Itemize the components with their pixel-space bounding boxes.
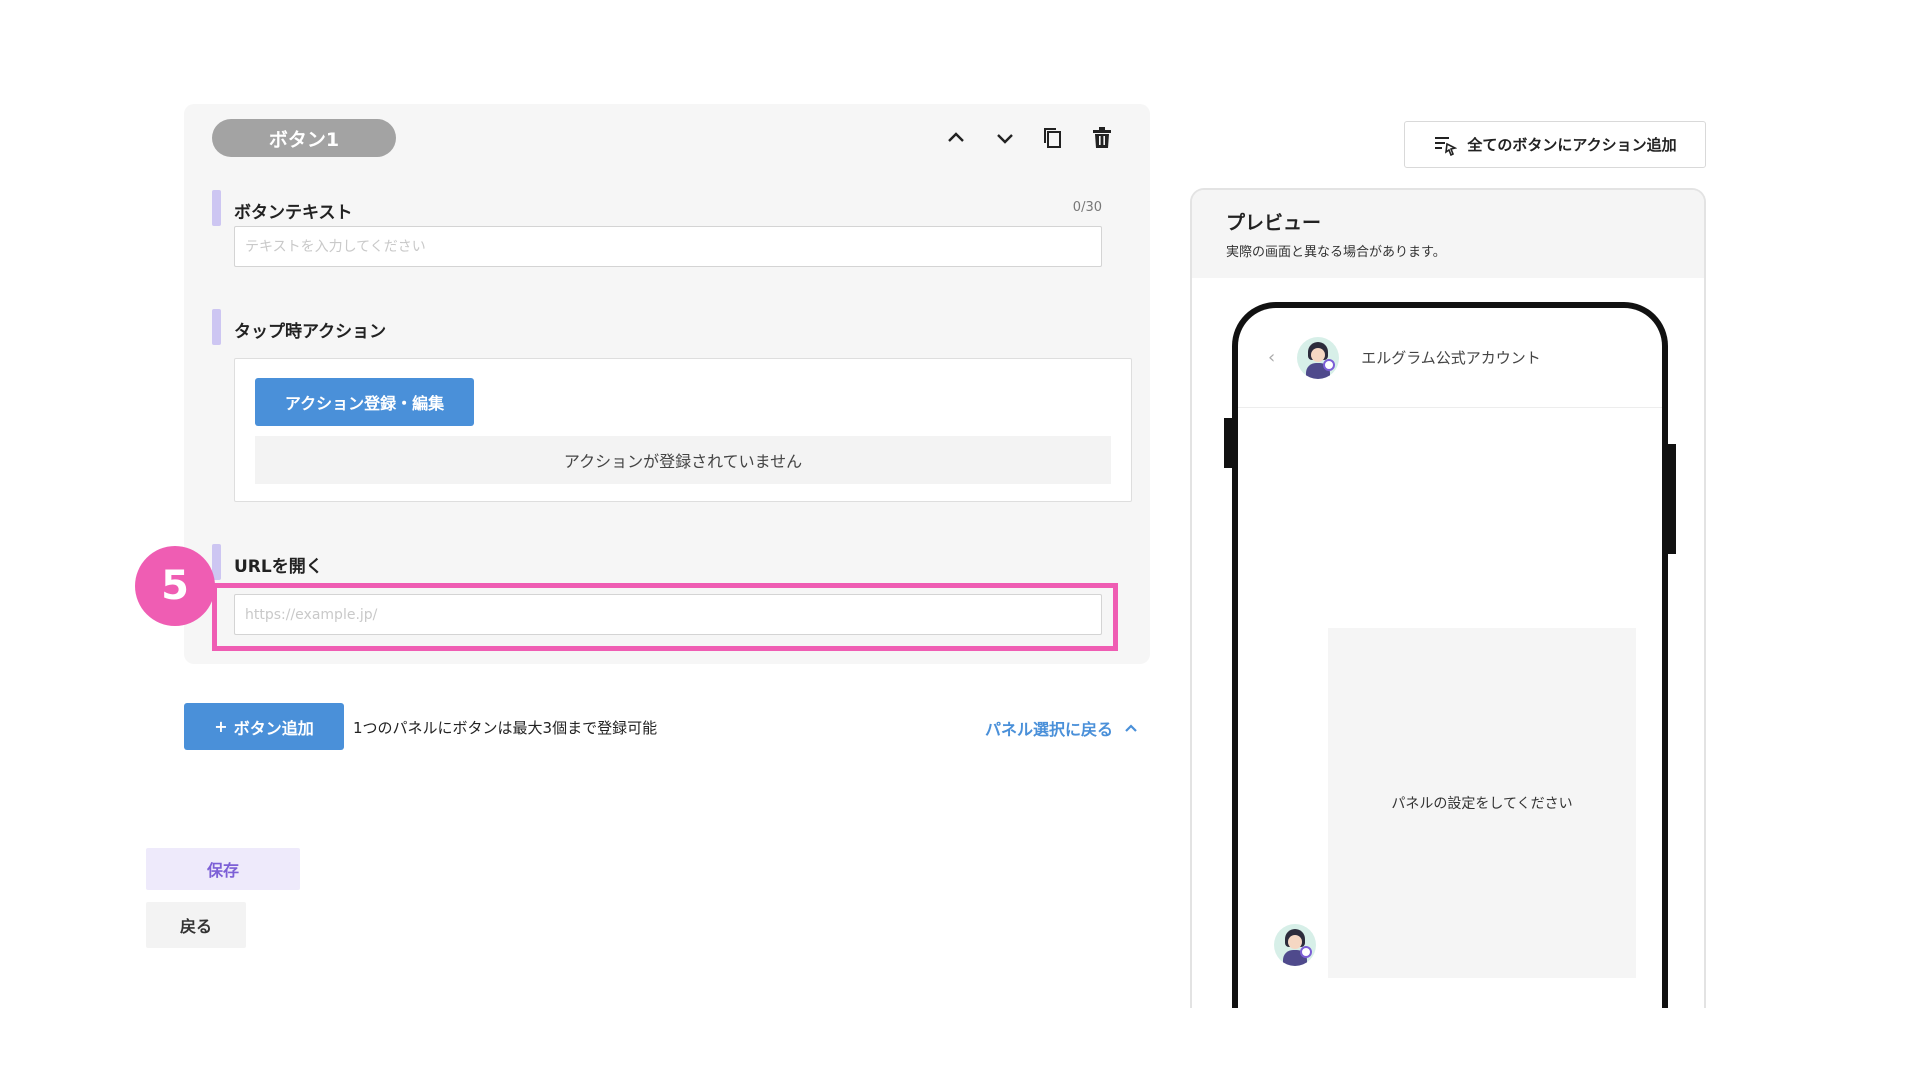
- move-up-button[interactable]: [941, 123, 971, 153]
- copy-icon: [1044, 128, 1061, 148]
- button-text-label: ボタンテキスト: [234, 203, 353, 223]
- account-name: エルグラム公式アカウント: [1361, 349, 1541, 367]
- phone-mockup: ‹ エルグラム公式アカウント パネルの設定をしてください: [1232, 302, 1668, 1008]
- chevron-down-icon: [997, 134, 1013, 144]
- button-edit-panel: ボタン1 ボタンテキスト 0/30 タップ時アクション アクション登録・編集 ア…: [184, 104, 1150, 664]
- tap-action-label: タップ時アクション: [234, 322, 387, 342]
- action-box: アクション登録・編集 アクションが登録されていません: [234, 358, 1132, 502]
- add-action-to-all-label: 全てのボタンにアクション追加: [1467, 136, 1677, 154]
- preview-card: プレビュー 実際の画面と異なる場合があります。 ‹ エルグラム公式アカウント パ…: [1190, 188, 1706, 1008]
- phone-side-button: [1668, 444, 1676, 554]
- add-button-button[interactable]: + ボタン追加: [184, 703, 344, 750]
- button-name-pill: ボタン1: [212, 119, 396, 157]
- avatar: [1297, 336, 1340, 379]
- add-button-label: ボタン追加: [233, 718, 314, 738]
- button-limit-note: 1つのパネルにボタンは最大3個まで登録可能: [353, 719, 658, 737]
- chevron-up-icon: [1125, 724, 1137, 732]
- back-to-panel-select-link[interactable]: パネル選択に戻る: [985, 716, 1139, 740]
- list-action-icon: [1435, 136, 1458, 156]
- trash-icon: [1093, 127, 1111, 148]
- copy-button[interactable]: [1038, 123, 1068, 153]
- register-action-button[interactable]: アクション登録・編集: [255, 378, 474, 426]
- section-marker: [212, 190, 221, 226]
- step-number-badge: 5: [135, 546, 215, 626]
- preview-note: 実際の画面と異なる場合があります。: [1226, 245, 1446, 260]
- preview-header: プレビュー 実際の画面と異なる場合があります。: [1192, 190, 1704, 278]
- chevron-up-icon: [948, 132, 964, 142]
- button-text-input[interactable]: [234, 226, 1102, 267]
- plus-icon: +: [214, 717, 228, 736]
- preview-title: プレビュー: [1226, 212, 1322, 234]
- move-down-button[interactable]: [990, 123, 1020, 153]
- avatar: [1274, 924, 1316, 966]
- chevron-left-icon: ‹: [1268, 347, 1276, 368]
- url-input[interactable]: [234, 594, 1102, 635]
- section-marker: [212, 309, 221, 345]
- no-action-message: アクションが登録されていません: [255, 436, 1111, 484]
- phone-side-button: [1224, 418, 1232, 468]
- char-counter: 0/30: [1072, 200, 1102, 215]
- panel-placeholder: パネルの設定をしてください: [1328, 628, 1636, 978]
- add-action-to-all-buttons-button[interactable]: 全てのボタンにアクション追加: [1404, 121, 1706, 168]
- save-button[interactable]: 保存: [146, 848, 300, 890]
- delete-button[interactable]: [1087, 123, 1117, 153]
- return-button[interactable]: 戻る: [146, 902, 246, 948]
- open-url-label: URLを開く: [234, 557, 323, 577]
- chat-header: ‹ エルグラム公式アカウント: [1238, 308, 1662, 408]
- back-link-label: パネル選択に戻る: [985, 720, 1114, 739]
